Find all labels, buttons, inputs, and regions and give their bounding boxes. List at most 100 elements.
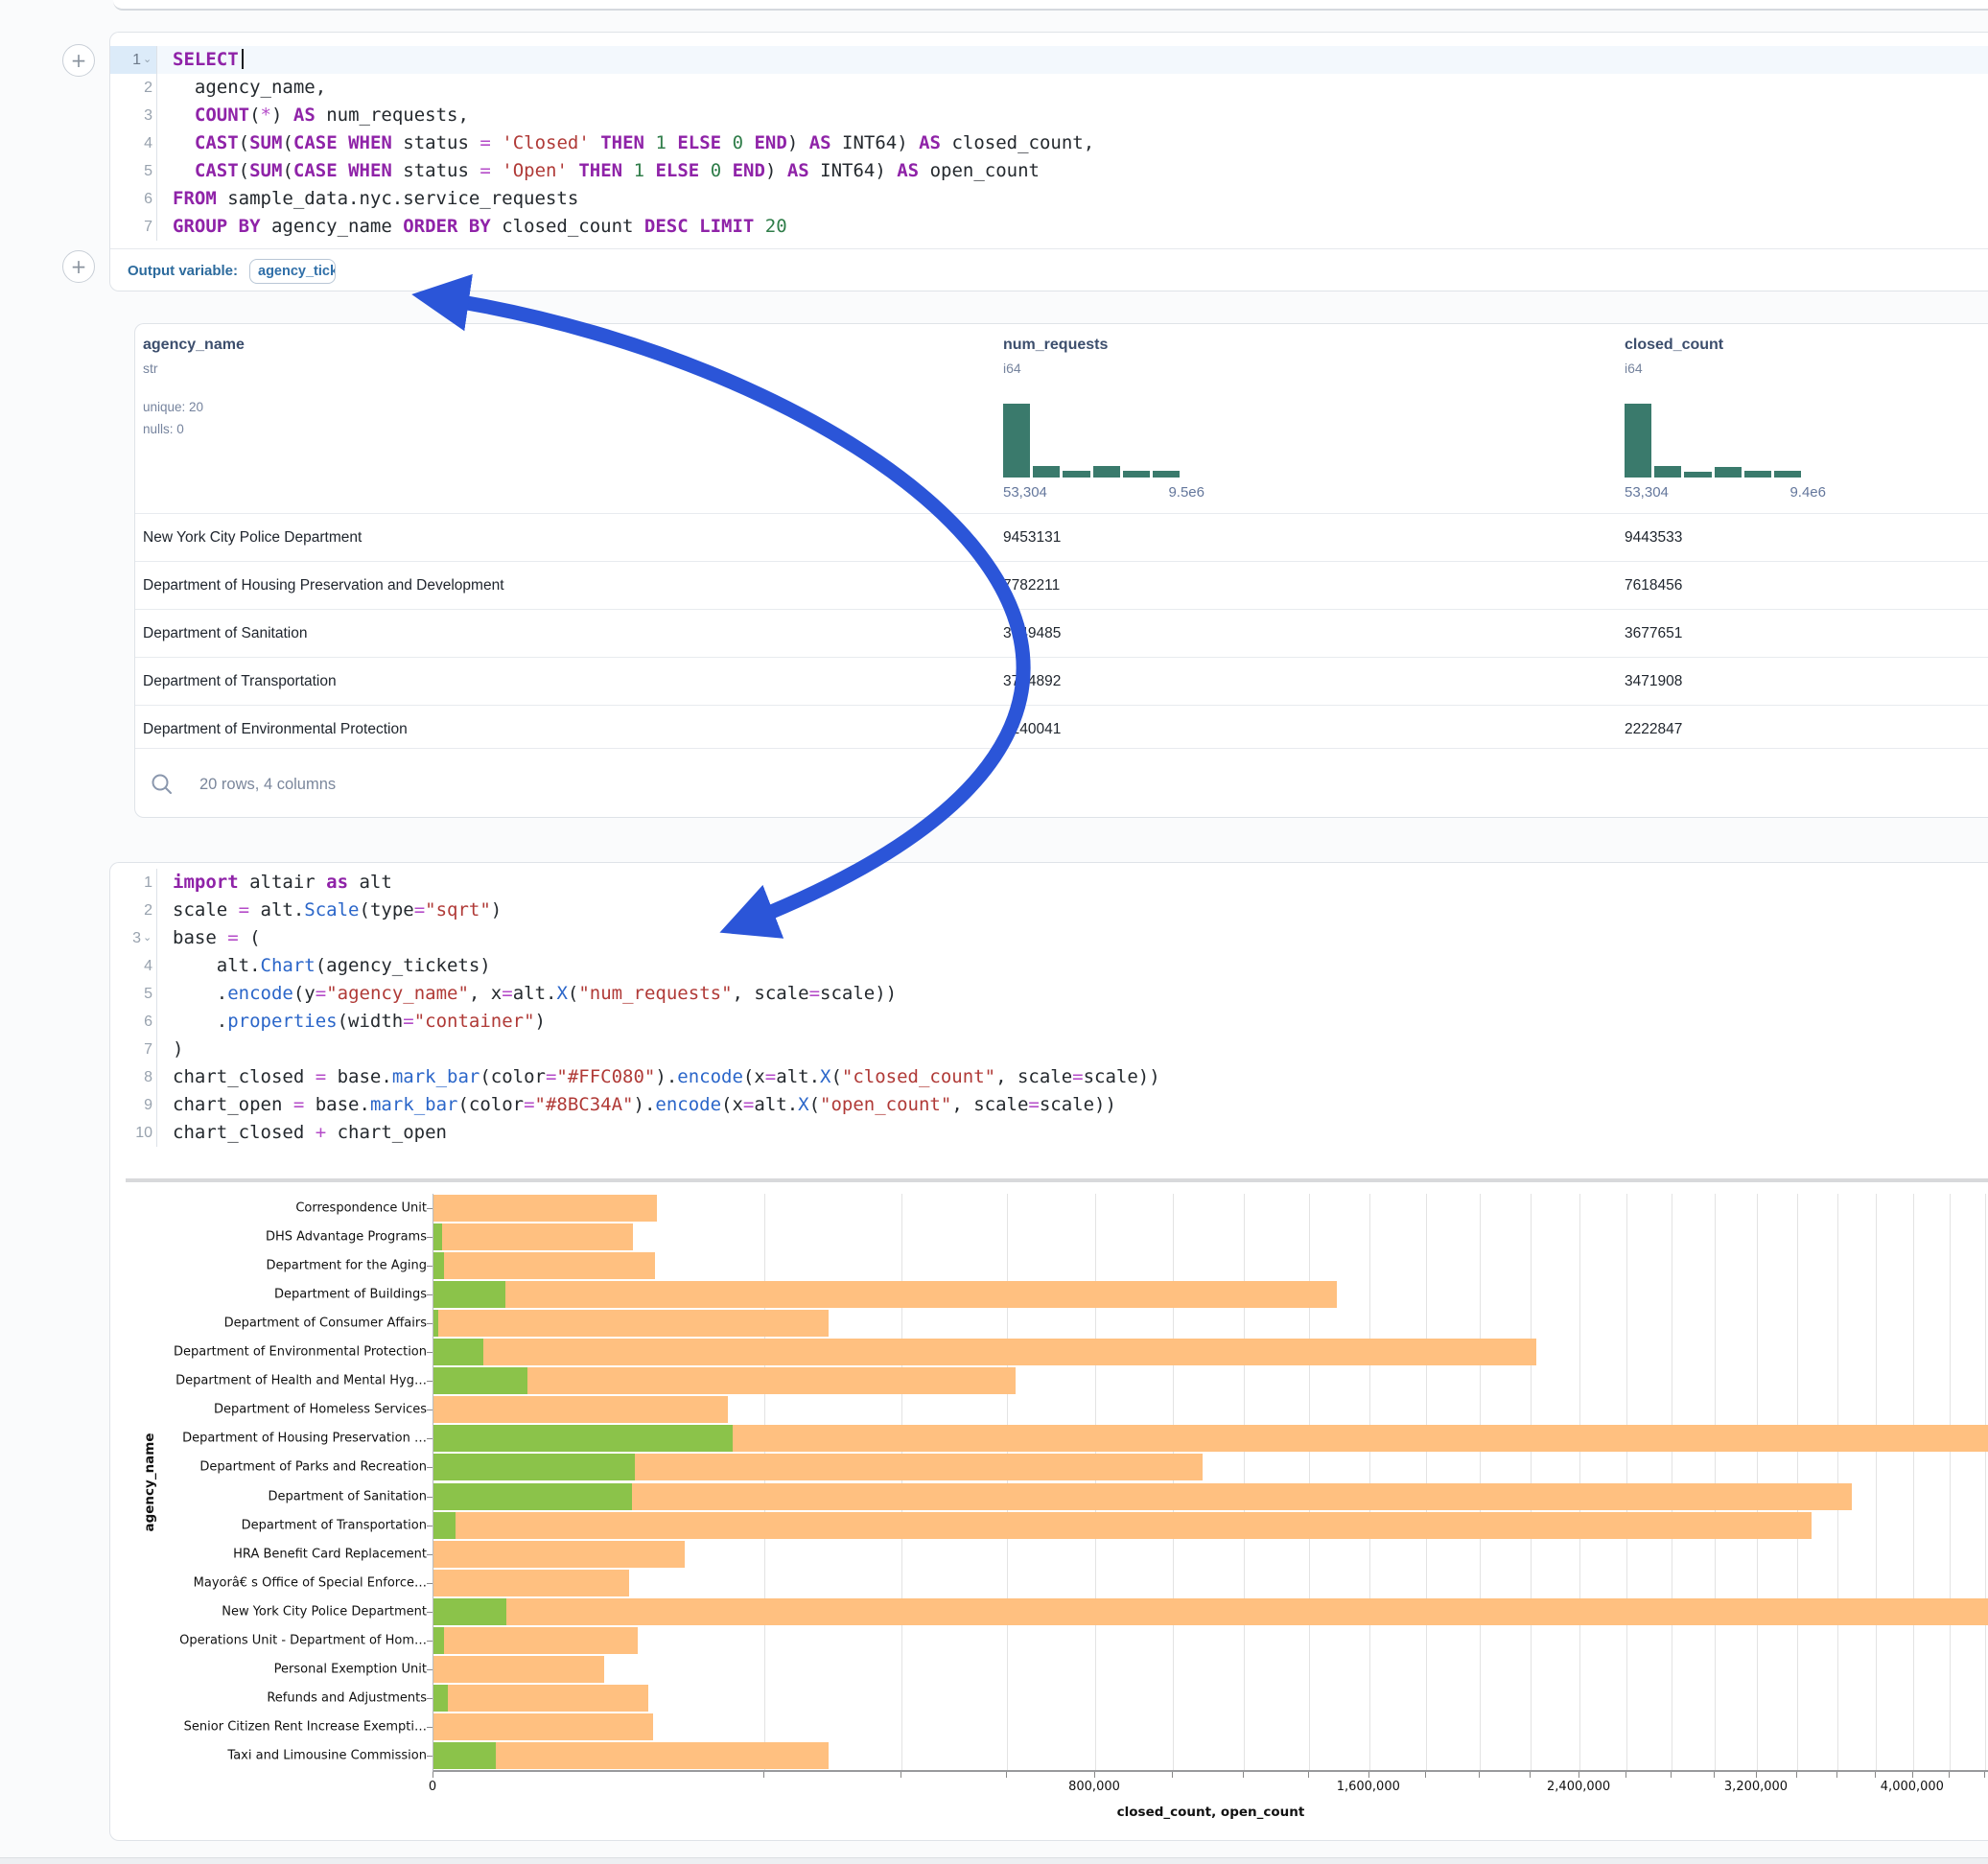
column-histogram bbox=[1003, 404, 1180, 478]
table-cell: 3774892 bbox=[1003, 658, 1061, 705]
code-text: ) bbox=[157, 1036, 183, 1063]
code-line[interactable]: 9chart_open = base.mark_bar(color="#8BC3… bbox=[110, 1091, 1988, 1119]
y-tick bbox=[427, 1467, 433, 1468]
histogram-bin bbox=[1625, 404, 1651, 478]
code-line[interactable]: 10chart_closed + chart_open bbox=[110, 1119, 1988, 1147]
output-variable-pill[interactable]: agency_tickets bbox=[249, 259, 336, 284]
x-tick bbox=[1425, 1772, 1426, 1778]
table-row[interactable]: Department of Environmental Protection22… bbox=[135, 705, 1988, 753]
y-tick-label: Operations Unit - Department of Hom… bbox=[179, 1633, 427, 1647]
bar-closed-count bbox=[433, 1541, 685, 1568]
code-text: SELECT bbox=[157, 46, 244, 74]
column-header-closed_count[interactable]: closed_counti64 bbox=[1625, 337, 1723, 376]
add-cell-button[interactable]: + bbox=[62, 250, 95, 283]
code-line[interactable]: 8chart_closed = base.mark_bar(color="#FF… bbox=[110, 1063, 1988, 1091]
bar-closed-count bbox=[433, 1252, 655, 1279]
x-tick bbox=[1756, 1772, 1757, 1778]
gridline bbox=[1950, 1194, 1951, 1770]
search-icon[interactable] bbox=[150, 772, 175, 797]
x-tick bbox=[1094, 1772, 1095, 1778]
column-header-agency_name[interactable]: agency_namestr bbox=[143, 337, 245, 376]
fold-chevron-icon[interactable]: ⌄ bbox=[143, 46, 152, 74]
code-line[interactable]: 7) bbox=[110, 1036, 1988, 1063]
y-tick-label: Department of Transportation bbox=[242, 1518, 427, 1532]
code-line[interactable]: 6 .properties(width="container") bbox=[110, 1008, 1988, 1036]
code-line[interactable]: 5 CAST(SUM(CASE WHEN status = 'Open' THE… bbox=[110, 157, 1988, 185]
column-meta: nulls: 0 bbox=[143, 422, 184, 436]
line-number: 7 bbox=[110, 213, 157, 241]
sql-code-editor[interactable]: 1⌄SELECT2 agency_name,3 COUNT(*) AS num_… bbox=[110, 46, 1988, 241]
gridline bbox=[1369, 1194, 1370, 1770]
gridline bbox=[764, 1194, 765, 1770]
y-tick-label: New York City Police Department bbox=[222, 1604, 427, 1619]
code-line[interactable]: 4 alt.Chart(agency_tickets) bbox=[110, 952, 1988, 980]
code-text: GROUP BY agency_name ORDER BY closed_cou… bbox=[157, 213, 787, 241]
table-row[interactable]: New York City Police Department945313194… bbox=[135, 513, 1988, 561]
python-code-editor[interactable]: 1import altair as alt2scale = alt.Scale(… bbox=[110, 869, 1988, 1147]
line-number: 1 bbox=[110, 869, 157, 897]
histogram-bin bbox=[1654, 466, 1681, 478]
x-tick-label: 4,000,000 bbox=[1881, 1780, 1944, 1794]
line-number: 5 bbox=[110, 157, 157, 185]
column-header-num_requests[interactable]: num_requestsi64 bbox=[1003, 337, 1108, 376]
x-tick bbox=[1625, 1772, 1626, 1778]
x-tick bbox=[1530, 1772, 1531, 1778]
column-name: num_requests bbox=[1003, 337, 1108, 354]
code-line[interactable]: 2 agency_name, bbox=[110, 74, 1988, 102]
histogram-max-label: 9.4e6 bbox=[1789, 484, 1826, 501]
code-line[interactable]: 6FROM sample_data.nyc.service_requests bbox=[110, 185, 1988, 213]
x-tick bbox=[1243, 1772, 1244, 1778]
y-tick bbox=[427, 1352, 433, 1353]
x-axis-title: closed_count, open_count bbox=[433, 1805, 1988, 1820]
code-text: alt.Chart(agency_tickets) bbox=[157, 952, 491, 980]
line-number: 3 bbox=[110, 102, 157, 129]
code-line[interactable]: 4 CAST(SUM(CASE WHEN status = 'Closed' T… bbox=[110, 129, 1988, 157]
gridline bbox=[1007, 1194, 1008, 1770]
table-row[interactable]: Department of Sanitation37494853677651 bbox=[135, 609, 1988, 657]
x-tick bbox=[1984, 1772, 1985, 1778]
code-line[interactable]: 1import altair as alt bbox=[110, 869, 1988, 897]
add-cell-button[interactable]: + bbox=[62, 44, 95, 77]
table-row[interactable]: Department of Transportation377489234719… bbox=[135, 657, 1988, 705]
y-tick-label: Department of Sanitation bbox=[269, 1489, 428, 1503]
histogram-bin bbox=[1715, 467, 1742, 478]
gridline bbox=[1531, 1194, 1532, 1770]
bar-open-count bbox=[433, 1512, 456, 1539]
code-line[interactable]: 7GROUP BY agency_name ORDER BY closed_co… bbox=[110, 213, 1988, 241]
y-tick bbox=[427, 1669, 433, 1670]
line-number: 7 bbox=[110, 1036, 157, 1063]
code-line[interactable]: 2scale = alt.Scale(type="sqrt") bbox=[110, 897, 1988, 924]
histogram-bin bbox=[1744, 471, 1771, 478]
bar-open-count bbox=[433, 1281, 505, 1308]
sql-cell: 1⌄SELECT2 agency_name,3 COUNT(*) AS num_… bbox=[109, 32, 1988, 291]
y-tick-label: Department of Consumer Affairs bbox=[224, 1316, 427, 1331]
table-cell: 9443533 bbox=[1625, 514, 1682, 561]
fold-chevron-icon[interactable]: ⌄ bbox=[143, 924, 152, 952]
chart-scrollbar[interactable] bbox=[126, 1178, 1988, 1182]
table-cell: Department of Sanitation bbox=[143, 610, 307, 657]
histogram-bin bbox=[1684, 472, 1711, 478]
line-number: 4 bbox=[110, 952, 157, 980]
bar-open-count bbox=[433, 1223, 442, 1250]
histogram-bin bbox=[1063, 471, 1089, 478]
code-line[interactable]: 1⌄SELECT bbox=[110, 46, 1988, 74]
code-line[interactable]: 3⌄base = ( bbox=[110, 924, 1988, 952]
gridline bbox=[1837, 1194, 1838, 1770]
bar-closed-count bbox=[433, 1195, 657, 1222]
next-cell-top-edge bbox=[0, 1857, 1988, 1864]
table-cell: Department of Transportation bbox=[143, 658, 337, 705]
table-cell: 3749485 bbox=[1003, 610, 1061, 657]
code-line[interactable]: 5 .encode(y="agency_name", x=alt.X("num_… bbox=[110, 980, 1988, 1008]
y-tick-label: Correspondence Unit bbox=[295, 1201, 427, 1216]
line-number: 4 bbox=[110, 129, 157, 157]
gridline bbox=[1480, 1194, 1481, 1770]
code-line[interactable]: 3 COUNT(*) AS num_requests, bbox=[110, 102, 1988, 129]
bar-closed-count bbox=[433, 1627, 638, 1654]
column-type: str bbox=[143, 361, 245, 376]
code-text: base = ( bbox=[157, 924, 261, 952]
y-tick bbox=[427, 1438, 433, 1439]
code-text: FROM sample_data.nyc.service_requests bbox=[157, 185, 578, 213]
bar-open-count bbox=[433, 1598, 506, 1625]
y-tick-label: Department of Homeless Services bbox=[214, 1403, 427, 1417]
table-row[interactable]: Department of Housing Preservation and D… bbox=[135, 561, 1988, 609]
